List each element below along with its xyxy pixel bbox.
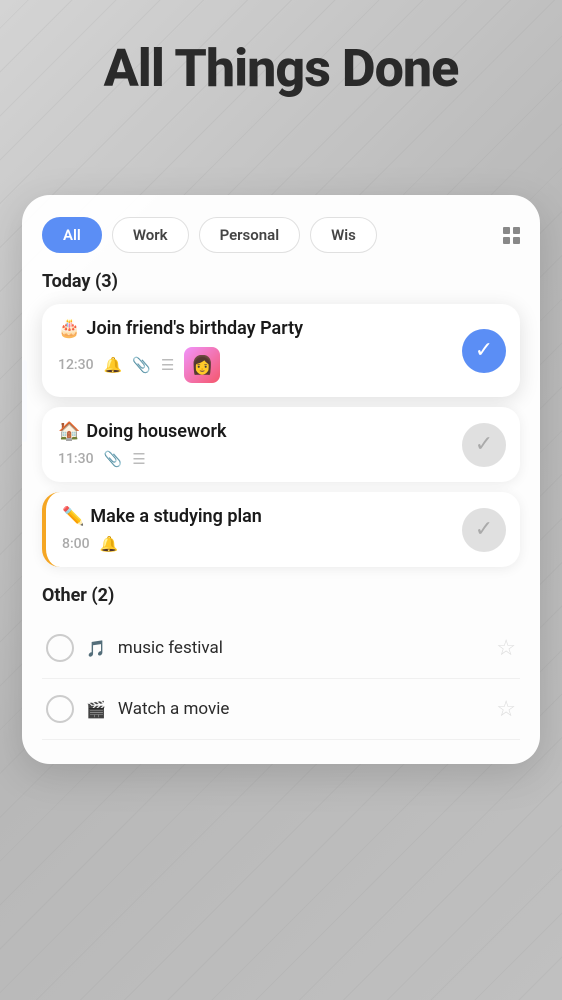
studying-emoji: ✏️ — [62, 506, 84, 527]
complete-button-studying[interactable]: ✓ — [462, 508, 506, 552]
app-title: All Things Done — [0, 38, 562, 99]
task-birthday-meta: 12:30 🔔 📎 ☰ 👩 — [58, 347, 504, 383]
task-thumbnail: 👩 — [184, 347, 220, 383]
filter-tabs: All Work Personal Wis — [42, 217, 520, 253]
tab-wis[interactable]: Wis — [310, 217, 377, 253]
tab-work[interactable]: Work — [112, 217, 189, 253]
birthday-time: 12:30 — [58, 357, 94, 373]
circle-check-music[interactable] — [46, 634, 74, 662]
task-birthday-title: 🎂 Join friend's birthday Party — [58, 318, 504, 339]
complete-button-birthday[interactable]: ✓ — [462, 329, 506, 373]
music-emoji: 🎵 — [86, 639, 106, 658]
other-section: Other (2) 🎵 music festival ☆ 🎬 Watch a m… — [42, 585, 520, 740]
music-task-title: music festival — [118, 638, 484, 658]
task-housework-title: 🏠 Doing housework — [58, 421, 504, 442]
movie-emoji: 🎬 — [86, 700, 106, 719]
today-section-header: Today (3) — [42, 271, 520, 292]
task-housework: 🏠 Doing housework 11:30 📎 ☰ ✓ — [42, 407, 520, 482]
clip-icon: 📎 — [132, 356, 151, 374]
bell-icon: 🔔 — [104, 356, 123, 374]
task-studying-title: ✏️ Make a studying plan — [62, 506, 504, 527]
housework-time: 11:30 — [58, 451, 94, 467]
star-movie[interactable]: ☆ — [496, 697, 516, 722]
list-icon: ☰ — [161, 356, 174, 374]
task-birthday-party: 🎂 Join friend's birthday Party 12:30 🔔 📎… — [42, 304, 520, 397]
tab-all[interactable]: All — [42, 217, 102, 253]
task-studying-meta: 8:00 🔔 — [62, 535, 504, 553]
housework-emoji: 🏠 — [58, 421, 80, 442]
tab-personal[interactable]: Personal — [199, 217, 301, 253]
other-task-music: 🎵 music festival ☆ — [42, 618, 520, 679]
clip-icon2: 📎 — [104, 450, 123, 468]
circle-check-movie[interactable] — [46, 695, 74, 723]
other-task-movie: 🎬 Watch a movie ☆ — [42, 679, 520, 740]
star-music[interactable]: ☆ — [496, 636, 516, 661]
grid-view-icon[interactable] — [503, 227, 520, 244]
birthday-emoji: 🎂 — [58, 318, 80, 339]
task-housework-meta: 11:30 📎 ☰ — [58, 450, 504, 468]
list-icon2: ☰ — [132, 450, 145, 468]
main-card: All Work Personal Wis Today (3) 🎂 Join f… — [22, 195, 540, 764]
complete-button-housework[interactable]: ✓ — [462, 423, 506, 467]
studying-time: 8:00 — [62, 536, 90, 552]
other-section-header: Other (2) — [42, 585, 520, 606]
bell-icon2: 🔔 — [100, 535, 119, 553]
movie-task-title: Watch a movie — [118, 699, 484, 719]
task-studying-plan: ✏️ Make a studying plan 8:00 🔔 ✓ — [42, 492, 520, 567]
